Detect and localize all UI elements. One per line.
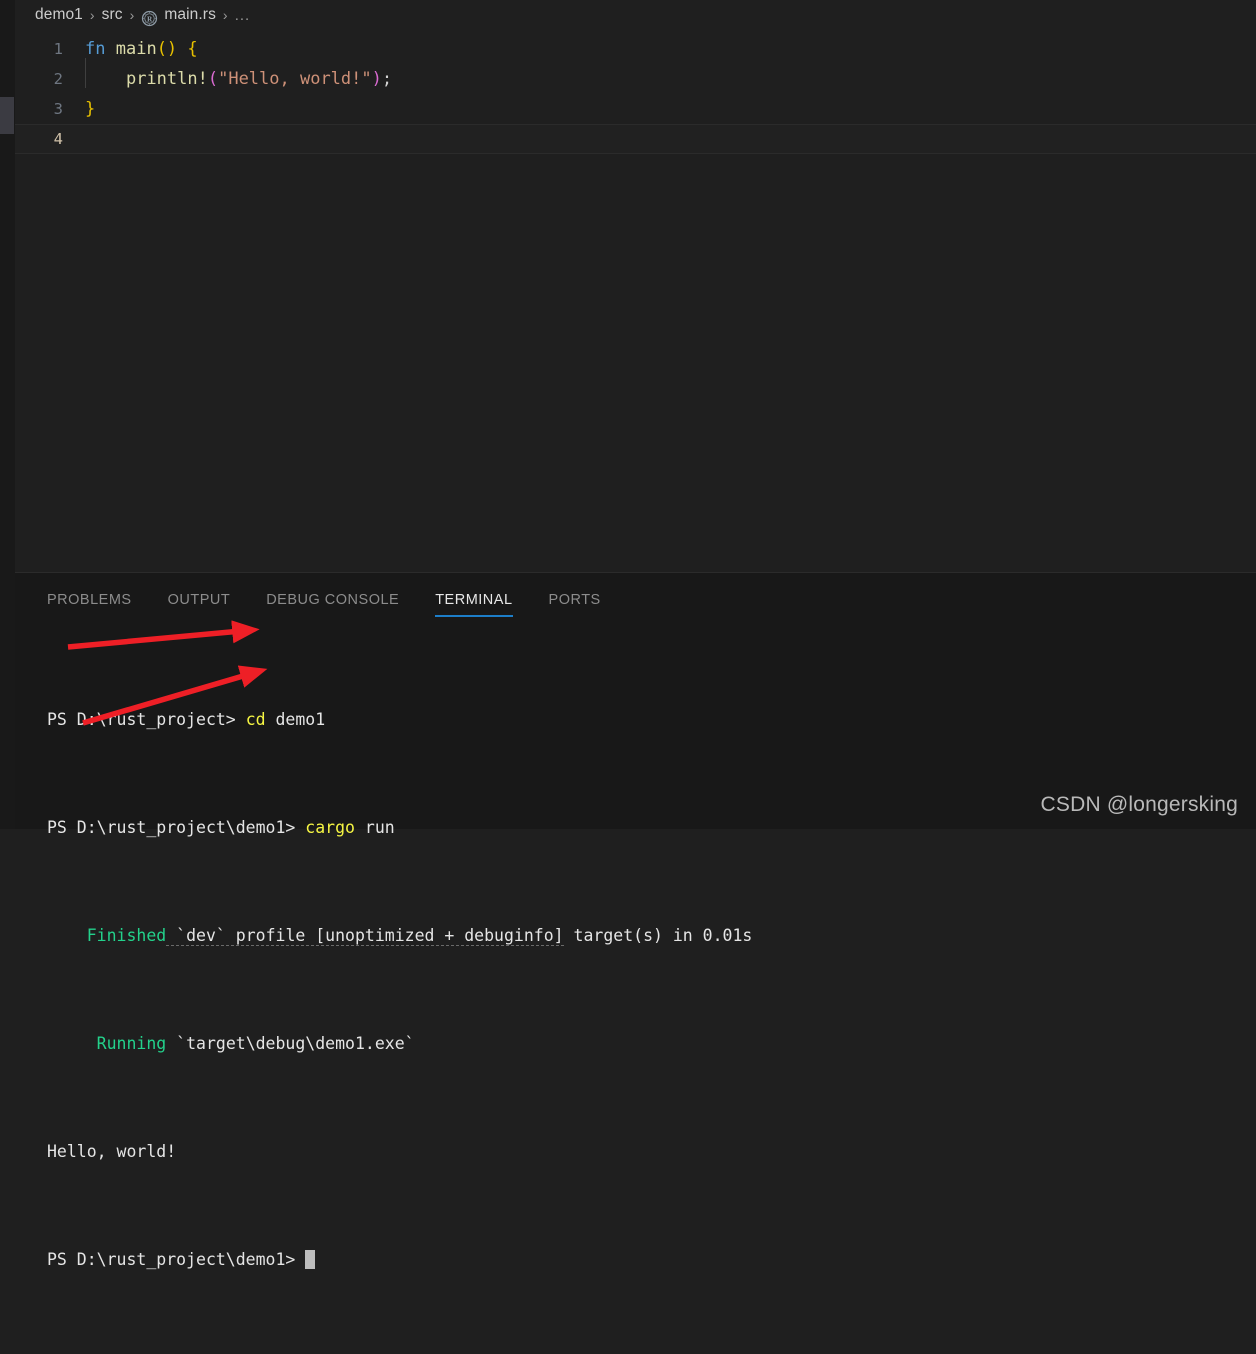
code-line[interactable]: 2 println!("Hello, world!"); [15,58,1256,94]
tab-terminal[interactable]: TERMINAL [435,592,513,617]
breadcrumb-overflow[interactable]: ... [235,7,251,24]
terminal-command-arg: run [354,818,395,837]
terminal-profile-text[interactable]: `dev` profile [unoptimized + debuginfo] [166,926,564,946]
line-number: 2 [53,70,63,88]
panel-tab-bar: PROBLEMS OUTPUT DEBUG CONSOLE TERMINAL P… [15,573,1256,617]
token-open-paren: ( [207,69,219,89]
indent-guide [85,58,86,88]
breadcrumb[interactable]: demo1 › src › R main.rs › ... [15,0,1256,30]
watermark: CSDN @longersking [1040,793,1238,816]
terminal-output[interactable]: PS D:\rust_project> cd demo1 PS D:\rust_… [15,617,1256,1354]
terminal-line: PS D:\rust_project> cd demo1 [47,706,1256,733]
breadcrumb-separator-icon: › [222,7,228,23]
line-number: 3 [53,100,63,118]
code-line-content[interactable]: println!("Hello, world!"); [85,58,393,94]
token-string-literal: "Hello, world!" [218,69,372,89]
terminal-command-arg: demo1 [265,710,326,729]
terminal-binary-path: `target\debug\demo1.exe` [166,1034,415,1053]
bottom-panel: PROBLEMS OUTPUT DEBUG CONSOLE TERMINAL P… [15,572,1256,1269]
code-line-active[interactable]: 4 [15,124,1256,154]
token-keyword: fn [85,39,106,59]
vscode-window: demo1 › src › R main.rs › ... 1 fn main(… [0,0,1256,1269]
token-close-brace: } [85,99,96,119]
code-line-content[interactable]: fn main() { [85,34,198,64]
terminal-prompt: PS D:\rust_project> [47,710,246,729]
editor-region: demo1 › src › R main.rs › ... 1 fn main(… [15,0,1256,572]
terminal-cursor[interactable] [305,1250,316,1269]
tab-problems[interactable]: PROBLEMS [47,592,132,617]
token-function-name: main [115,39,157,59]
tab-debug-console[interactable]: DEBUG CONSOLE [266,592,399,617]
terminal-status-running: Running [96,1034,167,1053]
tab-output[interactable]: OUTPUT [168,592,231,617]
code-line-content[interactable]: } [85,94,95,124]
token-parens: () [156,39,178,59]
svg-text:R: R [147,15,153,23]
terminal-command: cd [245,710,266,729]
token-close-paren: ) [371,69,382,89]
token-macro-println: println! [125,69,208,89]
code-line[interactable]: 3 } [15,94,1256,124]
terminal-line: PS D:\rust_project\demo1> cargo run [47,814,1256,841]
terminal-prompt: PS D:\rust_project\demo1> [47,818,306,837]
tab-ports[interactable]: PORTS [549,592,601,617]
terminal-line: Finished `dev` profile [unoptimized + de… [47,922,1256,949]
breadcrumb-item-main-rs[interactable]: main.rs [164,6,216,24]
breadcrumb-item-demo1[interactable]: demo1 [35,6,83,24]
terminal-indent [47,1034,97,1053]
token-semicolon: ; [381,69,393,89]
terminal-indent [47,926,87,945]
left-rail [0,0,15,829]
terminal-line: Hello, world! [47,1138,1256,1165]
editor-vertical-scrollbar-thumb[interactable] [0,97,14,134]
rust-file-icon: R [141,10,158,27]
breadcrumb-separator-icon: › [129,7,135,23]
line-number: 1 [53,40,63,58]
terminal-status-finished: Finished [86,926,167,945]
terminal-line: Running `target\debug\demo1.exe` [47,1030,1256,1057]
terminal-prompt: PS D:\rust_project\demo1> [47,1250,306,1269]
terminal-target-timing: target(s) in 0.01s [563,926,753,945]
token-open-brace: { [187,39,198,59]
terminal-line: PS D:\rust_project\demo1> [47,1246,1256,1273]
terminal-command: cargo [305,818,355,837]
code-editor[interactable]: 1 fn main() { 2 println!("Hello, world!"… [15,34,1256,154]
breadcrumb-separator-icon: › [89,7,95,23]
code-line[interactable]: 1 fn main() { [15,34,1256,64]
breadcrumb-item-src[interactable]: src [102,6,123,24]
line-number-active: 4 [53,130,63,148]
terminal-program-output: Hello, world! [47,1142,177,1161]
